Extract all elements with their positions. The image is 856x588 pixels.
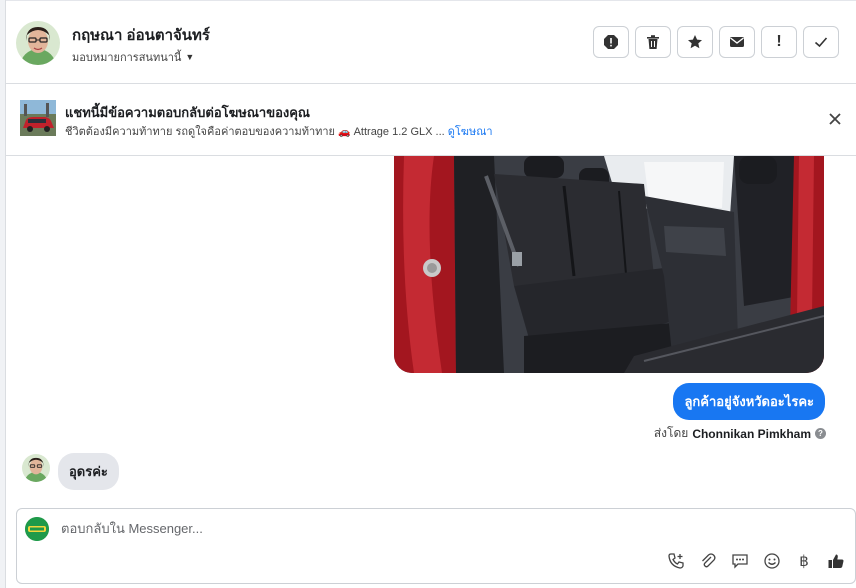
sender-name: Chonnikan Pimkham [692, 426, 811, 441]
mark-unread-button[interactable] [719, 26, 755, 58]
close-banner-button[interactable] [826, 110, 844, 128]
ad-model-text: Attrage 1.2 GLX ... [353, 126, 445, 138]
message-thread[interactable]: ลูกค้าอยู่จังหวัดอะไรคะ ส่งโดย Chonnikan… [6, 156, 852, 508]
assign-conversation[interactable]: มอบหมายการสนทนานี้ ▼ [72, 48, 194, 66]
composer-toolbar: ฿ [667, 552, 845, 570]
car-icon: 🚗 [338, 127, 351, 138]
outgoing-message[interactable]: ลูกค้าอยู่จังหวัดอะไรคะ [673, 383, 825, 420]
incoming-message[interactable]: อุดรค่ะ [58, 453, 119, 490]
envelope-icon [730, 37, 744, 47]
star-icon [688, 35, 702, 49]
ad-banner-subtitle: ชีวิตต้องมีความท้าทาย รถดูใจคือค่าตอบของ… [65, 122, 493, 140]
contact-avatar-small[interactable] [22, 454, 50, 482]
contact-name[interactable]: กฤษณา อ่อนตาจันทร์ [72, 23, 210, 47]
check-icon [814, 37, 828, 48]
call-add-icon[interactable] [667, 552, 685, 570]
follow-up-button[interactable]: ! [761, 26, 797, 58]
assign-label: มอบหมายการสนทนานี้ [72, 52, 182, 64]
sent-by-prefix: ส่งโดย [653, 426, 689, 440]
car-interior-photo[interactable] [394, 156, 824, 373]
ad-reply-banner: แชทนี้มีข้อความตอบกลับต่อโฆษณาของคุณ ชีว… [6, 84, 856, 156]
caret-down-icon: ▼ [185, 52, 195, 62]
reply-composer: ฿ [16, 508, 856, 584]
emoji-icon[interactable] [763, 552, 781, 570]
spam-icon [604, 35, 618, 49]
contact-avatar[interactable] [16, 21, 60, 65]
ad-copy-text: ชีวิตต้องมีความท้าทาย รถดูใจคือค่าตอบของ… [65, 126, 335, 138]
star-button[interactable] [677, 26, 713, 58]
attachment-icon[interactable] [699, 552, 717, 570]
conversation-header: กฤษณา อ่อนตาจันทร์ มอบหมายการสนทนานี้ ▼ … [6, 0, 856, 84]
mark-done-button[interactable] [803, 26, 839, 58]
mark-spam-button[interactable] [593, 26, 629, 58]
page-avatar [25, 517, 49, 541]
sent-by-label: ส่งโดย Chonnikan Pimkham ? [654, 424, 826, 443]
saved-reply-icon[interactable] [731, 552, 749, 570]
ad-banner-title: แชทนี้มีข้อความตอบกลับต่อโฆษณาของคุณ [65, 105, 310, 120]
ad-thumbnail[interactable] [20, 100, 56, 136]
reply-input[interactable] [61, 521, 621, 536]
baht-icon[interactable]: ฿ [795, 552, 813, 570]
like-icon[interactable] [827, 552, 845, 570]
delete-button[interactable] [635, 26, 671, 58]
help-icon[interactable]: ? [815, 428, 826, 439]
follow-up-icon: ! [776, 33, 782, 50]
view-ad-link[interactable]: ดูโฆษณา [448, 126, 493, 138]
conversation-toolbar: ! [593, 26, 839, 58]
trash-icon [647, 35, 659, 49]
close-icon [829, 113, 841, 125]
